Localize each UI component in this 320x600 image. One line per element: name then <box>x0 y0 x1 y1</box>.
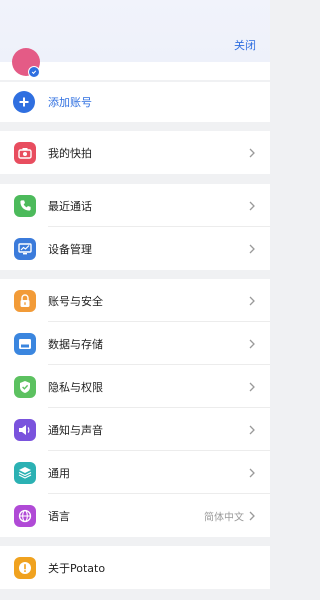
menu-item-label: 语言 <box>48 509 70 523</box>
menu-item-privacy-permissions[interactable]: 隐私与权限 <box>0 365 270 408</box>
chevron-right-icon <box>249 201 255 210</box>
menu-item-label: 设备管理 <box>48 242 92 256</box>
camera-icon <box>14 141 36 164</box>
chevron-right-icon <box>249 511 255 520</box>
menu-item-data-storage[interactable]: 数据与存储 <box>0 322 270 365</box>
menu-item-language[interactable]: 语言 简体中文 <box>0 494 270 537</box>
plus-icon <box>13 91 35 113</box>
menu-item-label: 关于Potato <box>48 561 106 575</box>
menu-item-label: 账号与安全 <box>48 294 103 308</box>
chevron-right-icon <box>249 382 255 391</box>
menu-item-recent-calls[interactable]: 最近通话 <box>0 184 270 227</box>
speaker-icon <box>14 418 36 441</box>
settings-group-general: 账号与安全 数据与存储 隐私与权限 通知与声音 通用 语言 简体中文 <box>0 279 270 537</box>
layers-icon <box>14 461 36 484</box>
globe-icon <box>14 504 36 527</box>
menu-item-notifications-sounds[interactable]: 通知与声音 <box>0 408 270 451</box>
info-exclamation-icon <box>14 556 36 579</box>
settings-group-snapshots: 我的快拍 <box>0 131 270 174</box>
menu-item-account-security[interactable]: 账号与安全 <box>0 279 270 322</box>
top-bar: 关闭 <box>0 0 270 62</box>
add-account-row[interactable]: 添加账号 <box>0 82 270 122</box>
language-value: 简体中文 <box>204 512 244 523</box>
chevron-right-icon <box>249 244 255 253</box>
chevron-right-icon <box>249 425 255 434</box>
menu-item-label: 通用 <box>48 466 70 480</box>
settings-group-calls-devices: 最近通话 设备管理 <box>0 184 270 270</box>
menu-item-label: 通知与声音 <box>48 423 103 437</box>
account-card <box>0 48 270 80</box>
check-badge-icon <box>28 66 40 78</box>
lock-icon <box>14 289 36 312</box>
chevron-right-icon <box>249 468 255 477</box>
add-account-label: 添加账号 <box>48 96 92 109</box>
chevron-right-icon <box>249 148 255 157</box>
menu-item-about[interactable]: 关于Potato <box>0 546 270 589</box>
menu-item-label: 我的快拍 <box>48 146 92 160</box>
shield-check-icon <box>14 375 36 398</box>
chevron-right-icon <box>249 296 255 305</box>
device-monitor-icon <box>14 237 36 260</box>
phone-icon <box>14 194 36 217</box>
menu-item-general[interactable]: 通用 <box>0 451 270 494</box>
menu-item-label: 隐私与权限 <box>48 380 103 394</box>
menu-item-label: 最近通话 <box>48 199 92 213</box>
menu-item-label: 数据与存储 <box>48 337 103 351</box>
close-button[interactable]: 关闭 <box>234 37 256 53</box>
menu-item-my-snapshots[interactable]: 我的快拍 <box>0 131 270 174</box>
storage-icon <box>14 332 36 355</box>
chevron-right-icon <box>249 339 255 348</box>
menu-item-device-management[interactable]: 设备管理 <box>0 227 270 270</box>
settings-group-about: 关于Potato <box>0 546 270 589</box>
